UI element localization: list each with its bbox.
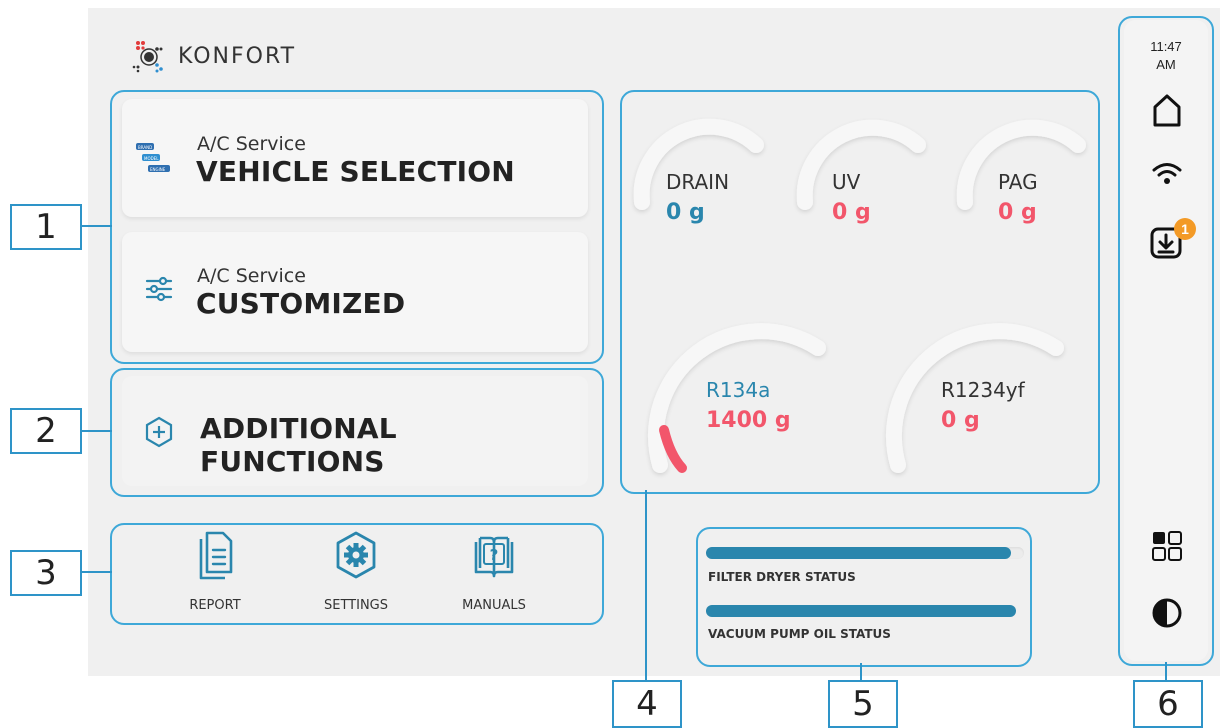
svg-text:BRAND: BRAND (138, 145, 152, 150)
gauges-arcs (633, 118, 1086, 473)
callout-5: 5 (828, 680, 898, 728)
clock-ampm: AM (1156, 57, 1176, 72)
callout-6-line (1165, 662, 1167, 680)
clock-time: 11:47 (1150, 39, 1182, 54)
r134a-value: 1400 g (706, 408, 791, 433)
r1234yf-label: R1234yf (941, 378, 1025, 402)
pag-label: PAG (998, 170, 1038, 194)
uv-label: UV (832, 170, 861, 194)
additional-functions-button[interactable]: ADDITIONAL FUNCTIONS (122, 376, 588, 486)
vacuum-pump-oil-status-fill (706, 605, 1016, 617)
download-badge: 1 (1174, 218, 1196, 240)
callout-2-line (80, 430, 112, 432)
sliders-icon (145, 276, 173, 302)
uv-gauge-arc (796, 119, 926, 210)
callout-6: 6 (1133, 680, 1203, 728)
vacuum-pump-oil-status-label: VACUUM PUMP OIL STATUS (708, 627, 891, 641)
settings-button[interactable]: SETTINGS (306, 530, 406, 618)
additional-functions-title: ADDITIONAL FUNCTIONS (200, 412, 397, 478)
callout-4-line (645, 490, 647, 680)
clock: 11:47 AM (1124, 38, 1208, 74)
callout-1-line (80, 225, 112, 227)
filter-dryer-status-fill (706, 547, 1012, 559)
callout-4: 4 (612, 680, 682, 728)
report-label: REPORT (189, 598, 241, 613)
uv-value: 0 g (832, 200, 871, 225)
customized-title: CUSTOMIZED (196, 287, 406, 320)
callout-5-line (860, 663, 862, 680)
filter-dryer-status-label: FILTER DRYER STATUS (708, 570, 856, 584)
drain-value: 0 g (666, 200, 705, 225)
manual-book-icon: ? (474, 536, 514, 578)
vehicle-selection-title: VEHICLE SELECTION (196, 155, 515, 188)
r134a-label: R134a (706, 378, 771, 402)
r1234yf-value: 0 g (941, 408, 980, 433)
drain-label: DRAIN (666, 170, 730, 194)
svg-text:?: ? (490, 546, 499, 564)
brand-name: KONFORT (178, 43, 297, 69)
contrast-icon[interactable] (1151, 597, 1183, 629)
callout-1: 1 (10, 204, 82, 250)
svg-text:MODEL: MODEL (144, 156, 159, 161)
callout-2: 2 (10, 408, 82, 454)
apps-grid-icon[interactable] (1151, 530, 1183, 562)
wifi-icon[interactable] (1151, 160, 1183, 188)
home-icon[interactable] (1150, 92, 1184, 128)
manuals-label: MANUALS (462, 598, 526, 613)
callout-3: 3 (10, 550, 82, 596)
brand-logo: KONFORT (130, 36, 296, 76)
konfort-logo-icon (132, 41, 163, 73)
vehicle-selection-subtitle: A/C Service (197, 133, 306, 155)
settings-label: SETTINGS (323, 598, 388, 613)
callout-3-line (80, 571, 112, 573)
vacuum-pump-oil-status-bar (706, 605, 1016, 617)
brand-model-engine-icon: BRAND MODEL ENGINE (136, 143, 170, 172)
settings-gear-icon (336, 531, 376, 579)
customized-service-button[interactable]: A/C Service CUSTOMIZED (122, 232, 588, 352)
vehicle-selection-button[interactable]: BRAND MODEL ENGINE A/C Service VEHICLE S… (122, 99, 588, 217)
pag-value: 0 g (998, 200, 1037, 225)
add-hexagon-icon (145, 416, 173, 448)
manuals-button[interactable]: ? MANUALS (444, 530, 544, 618)
report-icon (199, 531, 233, 580)
customized-subtitle: A/C Service (197, 265, 306, 287)
filter-dryer-status-bar (706, 547, 1024, 559)
report-button[interactable]: REPORT (165, 530, 265, 618)
svg-text:ENGINE: ENGINE (150, 167, 166, 172)
